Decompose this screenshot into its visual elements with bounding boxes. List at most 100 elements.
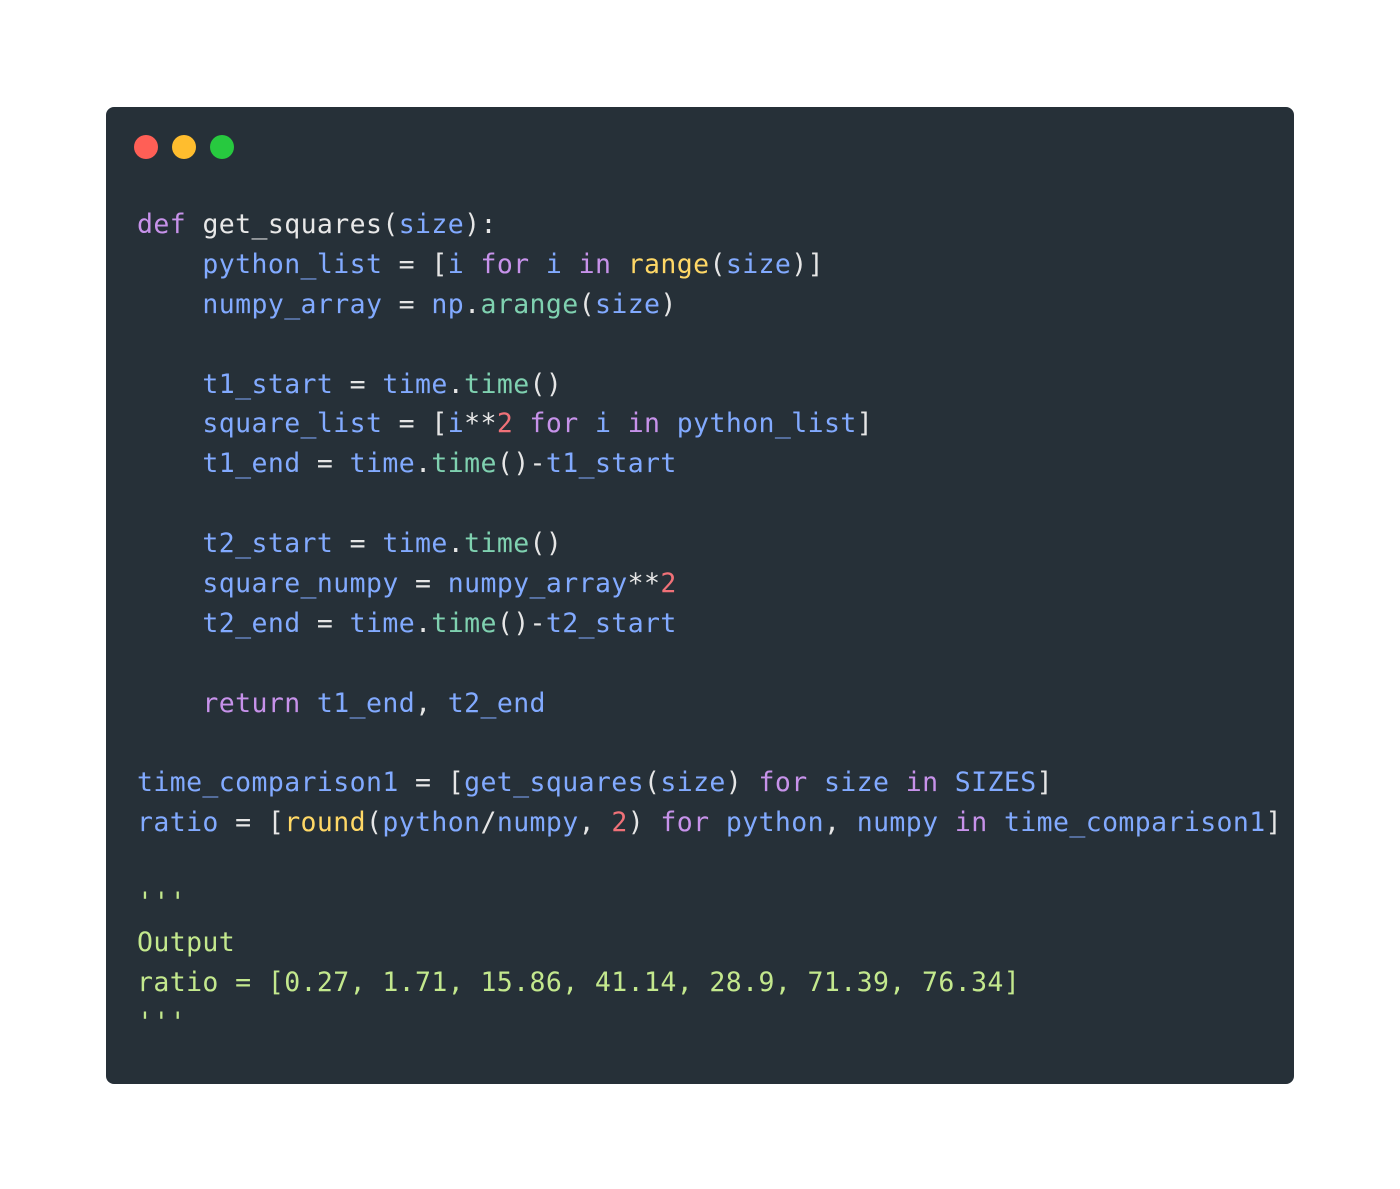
- code-token: time: [464, 528, 530, 560]
- code-token: =: [398, 568, 448, 600]
- code-token: time: [382, 368, 448, 400]
- code-token: i: [545, 248, 563, 280]
- code-token: ]: [1265, 807, 1282, 839]
- code-token: 2: [496, 408, 514, 440]
- code-token: 2: [660, 568, 677, 600]
- code-token: t2_end: [447, 687, 546, 719]
- code-token: (): [529, 368, 563, 400]
- code-block: def get_squares(size): python_list = [i …: [137, 205, 1282, 1043]
- code-token: = [: [398, 767, 465, 799]
- code-token: python_list: [202, 248, 383, 280]
- code-token: for: [660, 807, 710, 839]
- code-token: **: [627, 568, 661, 600]
- code-line: python_list = [i for i in range(size)]: [137, 245, 1282, 285]
- code-token: time: [464, 368, 530, 400]
- code-line: t2_end = time.time()-t2_start: [137, 604, 1282, 644]
- code-token: range: [627, 248, 710, 280]
- window-controls: [134, 135, 234, 159]
- code-token: np: [431, 288, 465, 320]
- code-token: .: [415, 607, 432, 639]
- code-token: def: [137, 209, 187, 240]
- code-token: time: [349, 448, 416, 480]
- code-token: t1_end: [316, 687, 416, 719]
- code-token: =: [300, 448, 350, 480]
- code-token: time: [349, 607, 416, 639]
- code-token: ): [627, 807, 661, 839]
- code-token: ,: [578, 807, 612, 839]
- minimize-dot-icon[interactable]: [172, 135, 196, 159]
- code-token: ,: [415, 687, 448, 719]
- code-line: ''': [137, 883, 1282, 923]
- code-line: t1_end = time.time()-t1_start: [137, 444, 1282, 484]
- code-token: get_squares: [464, 767, 644, 799]
- maximize-dot-icon[interactable]: [210, 135, 234, 159]
- code-token: numpy_array: [447, 568, 628, 600]
- code-token: ()-: [496, 607, 546, 639]
- close-dot-icon[interactable]: [134, 135, 158, 159]
- code-token: ratio: [137, 807, 219, 839]
- code-token: ''': [137, 1006, 187, 1038]
- code-line: t2_start = time.time(): [137, 524, 1282, 564]
- code-window: def get_squares(size): python_list = [i …: [106, 107, 1294, 1084]
- code-token: in: [627, 408, 661, 440]
- code-token: size: [594, 288, 661, 320]
- code-token: (: [365, 807, 383, 839]
- code-token: t1_end: [202, 448, 301, 480]
- code-token: numpy_array: [202, 288, 383, 320]
- code-token: python_list: [676, 408, 857, 440]
- code-token: t1_start: [545, 448, 677, 480]
- code-token: time: [431, 607, 497, 639]
- code-token: arange: [480, 288, 579, 320]
- code-token: t2_start: [202, 528, 334, 560]
- code-token: =: [300, 607, 350, 639]
- code-token: round: [284, 807, 366, 839]
- code-token: square_list: [202, 408, 383, 440]
- code-token: ): [660, 288, 677, 320]
- code-token: (: [578, 288, 595, 320]
- code-token: .: [447, 368, 465, 400]
- code-line: square_numpy = numpy_array**2: [137, 564, 1282, 604]
- code-token: size: [823, 767, 890, 799]
- code-token: size: [725, 248, 792, 280]
- code-token: for: [758, 767, 808, 799]
- code-token: in: [578, 248, 612, 280]
- code-token: ]: [1036, 767, 1053, 799]
- code-token: python: [382, 807, 481, 839]
- code-line: Output: [137, 923, 1282, 963]
- code-token: for: [480, 248, 530, 280]
- code-token: numpy: [856, 807, 939, 839]
- code-token: ''': [137, 887, 187, 919]
- code-token: square_numpy: [202, 568, 399, 600]
- code-token: t1_start: [202, 368, 334, 400]
- code-token: =: [382, 288, 432, 320]
- code-token: t2_start: [545, 607, 677, 639]
- code-token: ()-: [496, 448, 546, 480]
- code-token: i: [594, 408, 612, 440]
- code-line: return t1_end, t2_end: [137, 684, 1282, 724]
- code-line: time_comparison1 = [get_squares(size) fo…: [137, 763, 1282, 803]
- code-token: = [: [218, 807, 285, 839]
